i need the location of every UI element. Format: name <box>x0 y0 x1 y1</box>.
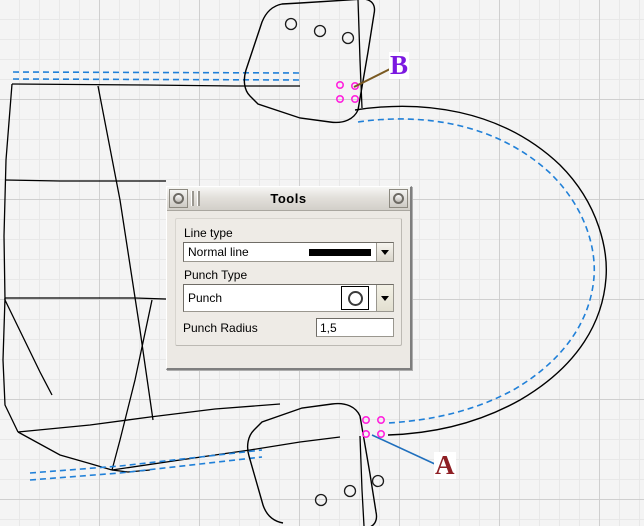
lower-tab-punch-marks <box>361 415 385 438</box>
line-type-value: Normal line <box>184 243 309 261</box>
punch-radius-row: Punch Radius <box>183 318 394 337</box>
punch-type-value: Punch <box>184 285 341 311</box>
drag-grip-icon[interactable] <box>191 191 200 206</box>
punch-hole <box>371 474 385 488</box>
line-type-label: Line type <box>184 226 233 240</box>
annotation-leader-a <box>371 434 438 466</box>
line-type-preview <box>309 243 376 261</box>
settings-group: Line type Normal line Punch Type Punch P… <box>175 218 402 346</box>
line-type-dropdown-button[interactable] <box>376 243 393 261</box>
chevron-down-icon <box>381 295 389 301</box>
upper-tab-punch-marks <box>335 81 359 104</box>
circle-icon <box>347 290 363 306</box>
lower-pattern-tab <box>246 402 378 526</box>
upper-tab-punch-holes <box>284 17 355 45</box>
annotation-leader-b <box>353 67 393 88</box>
dialog-body: Line type Normal line Punch Type Punch P… <box>167 211 410 354</box>
tools-dialog[interactable]: Tools Line type Normal line Punch Type P… <box>166 186 412 370</box>
punch-mark <box>361 415 370 424</box>
punch-type-combobox[interactable]: Punch <box>183 284 394 312</box>
annotation-label-a: A <box>434 450 456 480</box>
circle-button-icon <box>173 193 184 204</box>
upper-left-stitch-lines <box>12 71 301 81</box>
thick-black-line-swatch <box>309 248 371 256</box>
window-menu-button[interactable] <box>169 189 188 208</box>
punch-mark <box>376 415 385 424</box>
punch-mark <box>335 95 344 104</box>
punch-hole <box>313 24 327 38</box>
circle-punch-swatch <box>341 286 369 310</box>
punch-hole <box>284 17 298 31</box>
circle-button-icon <box>393 193 404 204</box>
punch-type-dropdown-button[interactable] <box>376 285 393 311</box>
lower-left-panel <box>17 431 341 473</box>
punch-mark <box>335 81 344 90</box>
punch-hole <box>314 493 328 507</box>
application-window: B A Tools Line type Normal line Punch Ty… <box>0 0 644 526</box>
punch-type-preview <box>341 285 376 311</box>
punch-mark <box>350 95 359 104</box>
line-type-combobox[interactable]: Normal line <box>183 242 394 262</box>
punch-radius-input[interactable] <box>316 318 394 337</box>
punch-hole <box>343 484 357 498</box>
chevron-down-icon <box>381 249 389 255</box>
dialog-title: Tools <box>270 191 307 206</box>
annotation-label-b: B <box>389 50 410 80</box>
dialog-titlebar[interactable]: Tools <box>167 187 410 211</box>
window-close-button[interactable] <box>389 189 408 208</box>
punch-radius-label: Punch Radius <box>183 320 258 335</box>
punch-mark <box>376 429 385 438</box>
upper-pattern-tab <box>243 0 376 124</box>
punch-hole <box>341 31 355 45</box>
punch-type-label: Punch Type <box>184 268 248 282</box>
